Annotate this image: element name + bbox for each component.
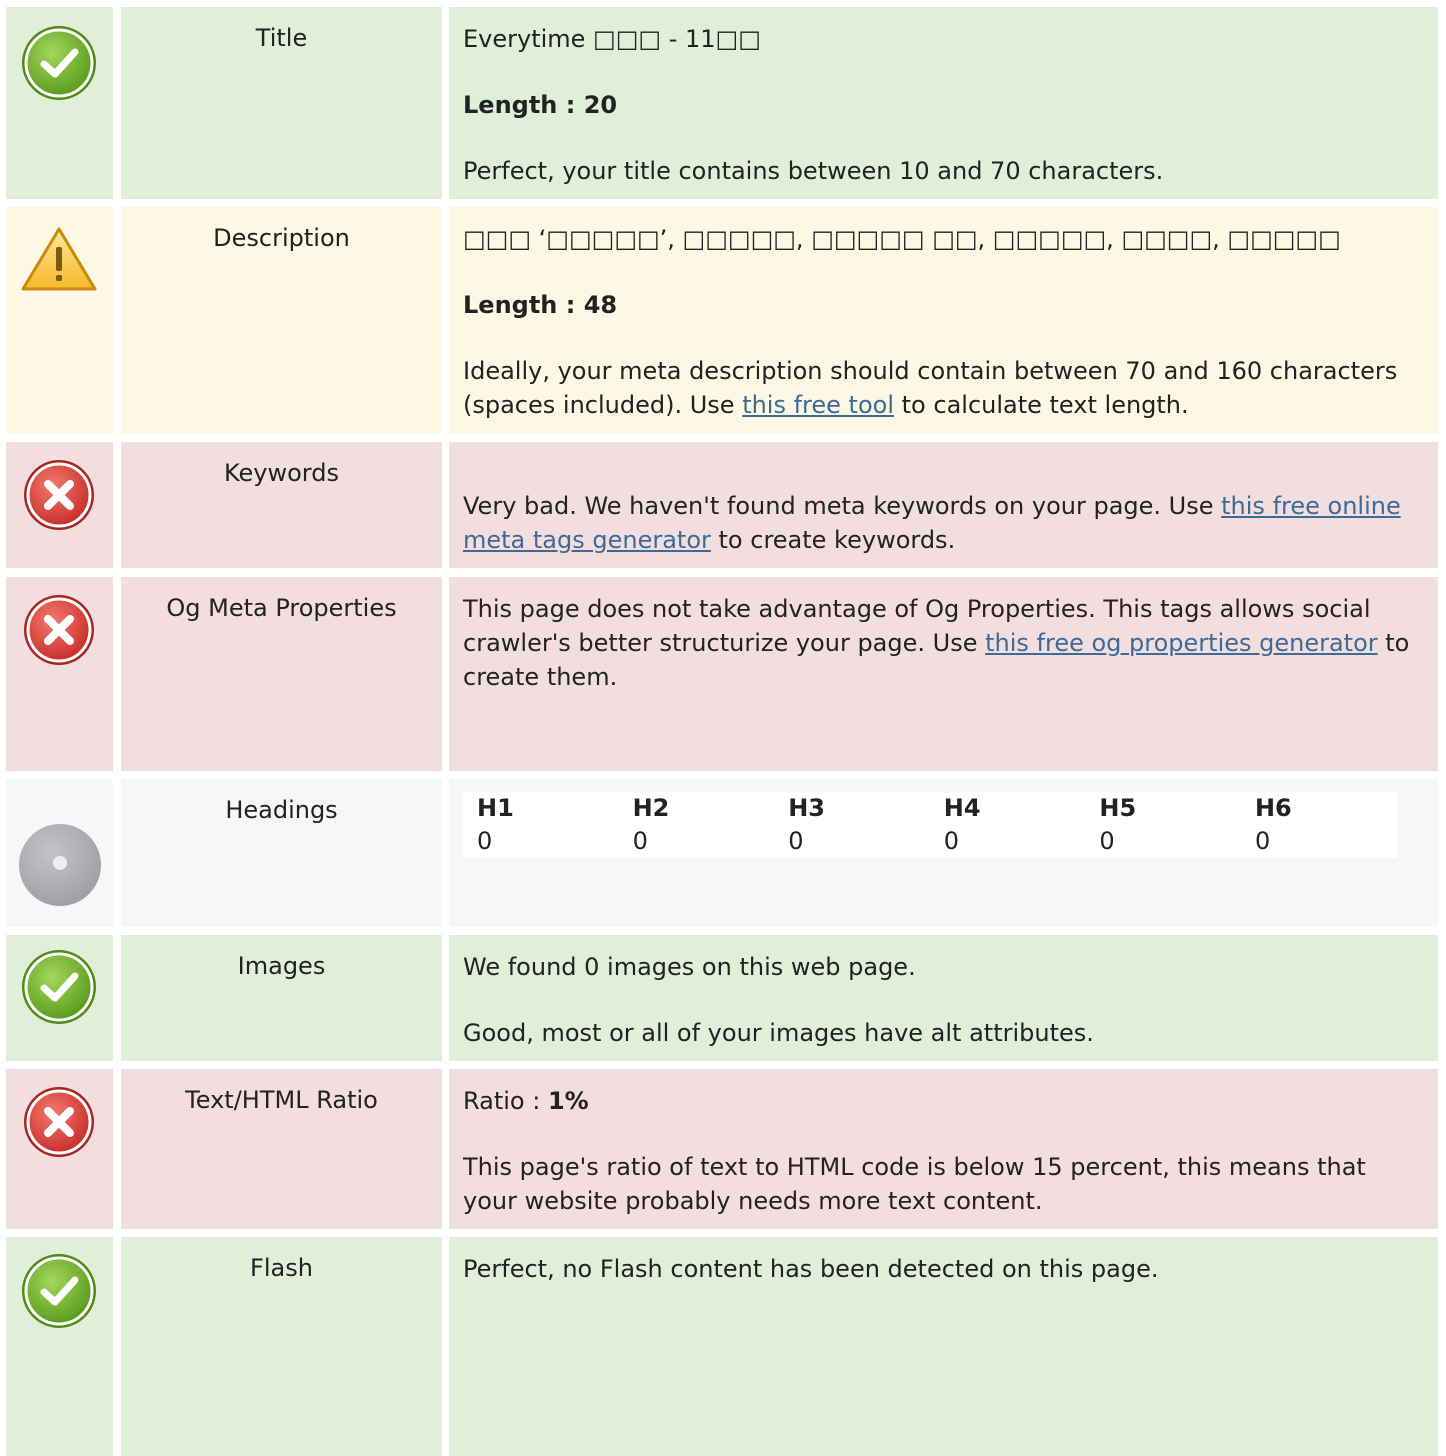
- row-label-cell: Text/HTML Ratio: [121, 1069, 442, 1229]
- status-cell: [6, 207, 113, 434]
- row-label: Flash: [250, 1254, 313, 1282]
- row-label: Text/HTML Ratio: [185, 1086, 378, 1114]
- heading-col-h2: H2 0: [619, 792, 775, 858]
- heading-tag: H5: [1099, 794, 1137, 822]
- row-label-cell: Images: [121, 935, 442, 1061]
- row-label: Title: [255, 24, 308, 52]
- description-length: Length : 48: [463, 291, 618, 319]
- check-circle-icon: [19, 947, 99, 1027]
- row-og-properties: Og Meta Properties This page does not ta…: [6, 577, 1438, 771]
- row-headings: Headings H1 0 H2 0 H3 0 H4 0 H5 0 H6 0: [6, 779, 1438, 927]
- images-found: We found 0 images on this web page.: [463, 953, 916, 981]
- grey-circle-icon: [18, 823, 102, 907]
- keywords-message: Very bad. We haven't found meta keywords…: [463, 489, 1422, 557]
- heading-count: 0: [632, 827, 648, 855]
- row-label: Description: [213, 224, 350, 252]
- x-circle-icon: [22, 593, 96, 667]
- row-label-cell: Headings: [121, 779, 442, 927]
- headings-table: H1 0 H2 0 H3 0 H4 0 H5 0 H6 0: [463, 792, 1397, 858]
- heading-tag: H4: [943, 794, 981, 822]
- og-message: This page does not take advantage of Og …: [463, 592, 1422, 694]
- row-body: This page does not take advantage of Og …: [449, 577, 1438, 771]
- status-cell: [6, 1237, 113, 1456]
- row-body: H1 0 H2 0 H3 0 H4 0 H5 0 H6 0: [449, 779, 1438, 927]
- message-text: to create keywords.: [710, 526, 956, 554]
- row-title: Title Everytime □□□ - 11□□ Length : 20 P…: [6, 7, 1438, 199]
- status-cell: [6, 935, 113, 1061]
- row-label: Og Meta Properties: [166, 594, 397, 622]
- heading-col-h6: H6 0: [1241, 792, 1397, 858]
- heading-tag: H6: [1254, 794, 1292, 822]
- description-message: Ideally, your meta description should co…: [463, 354, 1422, 422]
- status-cell: [6, 577, 113, 771]
- ratio-label: Ratio :: [463, 1087, 548, 1115]
- row-keywords: Keywords Very bad. We haven't found meta…: [6, 442, 1438, 568]
- check-circle-icon: [19, 23, 99, 103]
- ratio-message: This page's ratio of text to HTML code i…: [463, 1153, 1366, 1215]
- row-images: Images We found 0 images on this web pag…: [6, 935, 1438, 1061]
- ratio-value: 1%: [547, 1087, 589, 1115]
- message-text: to calculate text length.: [894, 391, 1189, 419]
- title-value: Everytime □□□ - 11□□: [463, 25, 761, 53]
- description-value: □□□ ‘□□□□□’, □□□□□, □□□□□ □□, □□□□□, □□□…: [463, 225, 1341, 253]
- row-text-html-ratio: Text/HTML Ratio Ratio : 1% This page's r…: [6, 1069, 1438, 1229]
- heading-col-h4: H4 0: [930, 792, 1086, 858]
- row-label-cell: Flash: [121, 1237, 442, 1456]
- heading-col-h3: H3 0: [774, 792, 930, 858]
- images-message: Good, most or all of your images have al…: [463, 1019, 1094, 1047]
- status-cell: [6, 779, 113, 927]
- row-label: Images: [237, 952, 326, 980]
- x-circle-icon: [22, 458, 96, 532]
- heading-tag: H2: [632, 794, 670, 822]
- heading-count: 0: [943, 827, 960, 855]
- x-circle-icon: [22, 1085, 96, 1159]
- row-label: Headings: [225, 796, 338, 824]
- row-label-cell: Description: [121, 207, 442, 434]
- heading-count: 0: [1099, 827, 1115, 855]
- heading-tag: H1: [477, 794, 514, 822]
- heading-count: 0: [788, 827, 804, 855]
- row-label-cell: Keywords: [121, 442, 442, 568]
- row-body: Everytime □□□ - 11□□ Length : 20 Perfect…: [449, 7, 1438, 199]
- flash-message: Perfect, no Flash content has been detec…: [463, 1255, 1159, 1283]
- row-body: We found 0 images on this web page. Good…: [449, 935, 1438, 1061]
- row-label: Keywords: [223, 459, 339, 487]
- warning-triangle-icon: [20, 225, 98, 295]
- row-label-cell: Og Meta Properties: [121, 577, 442, 771]
- heading-col-h1: H1 0: [463, 792, 619, 858]
- heading-count: 0: [477, 827, 493, 855]
- row-body: Perfect, no Flash content has been detec…: [449, 1237, 1438, 1456]
- heading-count: 0: [1254, 827, 1271, 855]
- row-body: □□□ ‘□□□□□’, □□□□□, □□□□□ □□, □□□□□, □□□…: [449, 207, 1438, 434]
- row-body: Ratio : 1% This page's ratio of text to …: [449, 1069, 1438, 1229]
- heading-col-h5: H5 0: [1085, 792, 1241, 858]
- ratio-line: Ratio : 1%: [463, 1084, 1422, 1118]
- row-flash: Flash Perfect, no Flash content has been…: [6, 1237, 1438, 1456]
- title-message: Perfect, your title contains between 10 …: [463, 157, 1164, 185]
- row-label-cell: Title: [121, 7, 442, 199]
- free-tool-link[interactable]: this free tool: [742, 391, 894, 419]
- message-text: Very bad. We haven't found meta keywords…: [463, 492, 1222, 520]
- title-length: Length : 20: [463, 91, 618, 119]
- status-cell: [6, 442, 113, 568]
- row-body: Very bad. We haven't found meta keywords…: [449, 442, 1438, 568]
- check-circle-icon: [19, 1251, 99, 1331]
- heading-tag: H3: [788, 794, 825, 822]
- seo-report: Title Everytime □□□ - 11□□ Length : 20 P…: [0, 0, 1446, 1456]
- status-cell: [6, 1069, 113, 1229]
- og-generator-link[interactable]: this free og properties generator: [985, 629, 1378, 657]
- status-cell: [6, 7, 113, 199]
- row-description: Description □□□ ‘□□□□□’, □□□□□, □□□□□ □□…: [6, 207, 1438, 434]
